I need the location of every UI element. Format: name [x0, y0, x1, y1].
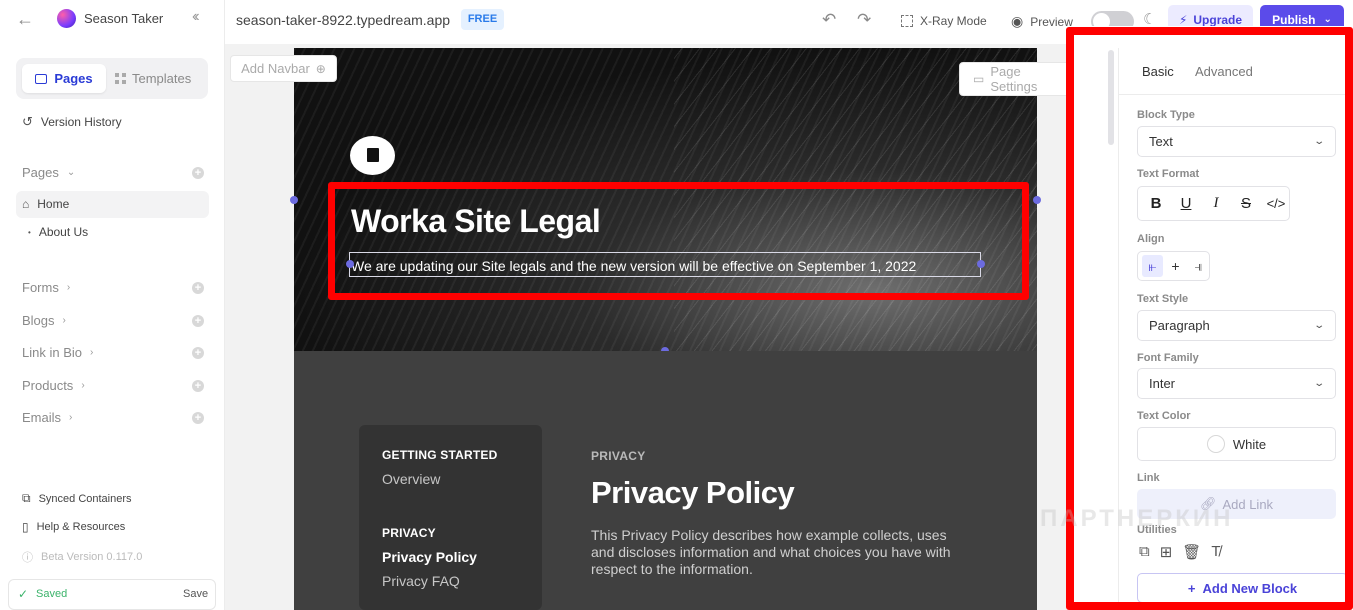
- plus-circle-icon: ⊕: [315, 61, 326, 76]
- pages-icon: [35, 73, 48, 84]
- tab-templates-label: Templates: [132, 71, 192, 86]
- toc-link[interactable]: Privacy FAQ: [382, 573, 460, 589]
- toc-heading: GETTING STARTED: [382, 448, 498, 462]
- site-logo: [57, 9, 76, 28]
- tab-pages-label: Pages: [54, 71, 93, 86]
- add-navbar-button[interactable]: Add Navbar ⊕: [230, 55, 337, 82]
- chevron-down-icon: ⌄: [1323, 14, 1332, 25]
- synced-containers-link[interactable]: ⧉ Synced Containers: [22, 491, 132, 506]
- plan-badge: FREE: [461, 9, 504, 30]
- article-eyebrow: PRIVACY: [591, 449, 646, 463]
- help-resources-link[interactable]: ▯ Help & Resources: [22, 520, 125, 534]
- help-resources-label: Help & Resources: [36, 521, 126, 533]
- add-navbar-label: Add Navbar: [241, 61, 310, 76]
- section-label: Forms: [22, 280, 59, 295]
- save-button[interactable]: Save: [183, 588, 208, 600]
- page-settings-button[interactable]: ▭ Page Settings: [959, 62, 1070, 96]
- upgrade-label: Upgrade: [1193, 12, 1243, 27]
- sidebar-section-blogs[interactable]: Blogs ›: [22, 313, 66, 328]
- section-label: Emails: [22, 410, 62, 425]
- chevron-right-icon: ›: [69, 412, 73, 423]
- sidebar-header: ← Season Taker ‹‹: [0, 0, 225, 38]
- chevron-right-icon: ›: [62, 315, 66, 326]
- section-handle-right[interactable]: [1033, 196, 1041, 204]
- pages-section-label: Pages: [22, 165, 59, 180]
- eye-icon: ◉: [1011, 13, 1024, 29]
- chevron-right-icon: ›: [66, 282, 71, 293]
- sidebar-section-products[interactable]: Products ›: [22, 378, 85, 393]
- add-page-icon[interactable]: +: [192, 167, 204, 179]
- home-icon: ⌂: [22, 197, 30, 211]
- article-body[interactable]: This Privacy Policy describes how exampl…: [591, 527, 951, 578]
- section-label: Products: [22, 378, 74, 393]
- publish-label: Publish: [1272, 12, 1316, 27]
- sidebar-section-link-in-bio[interactable]: Link in Bio ›: [22, 345, 93, 360]
- toc-link[interactable]: Overview: [382, 471, 440, 487]
- content-section[interactable]: GETTING STARTED Overview PRIVACY Privacy…: [294, 351, 1037, 610]
- templates-icon: [115, 73, 126, 84]
- add-product-icon[interactable]: +: [192, 380, 204, 392]
- sidebar-section-forms[interactable]: Forms ›: [22, 280, 70, 295]
- sidebar-item-about-label: About Us: [38, 225, 89, 239]
- editor-canvas: Worka Site Legal We are updating our Sit…: [225, 44, 1070, 610]
- lightning-icon: ⚡: [1178, 12, 1188, 27]
- sidebar: ← Season Taker ‹‹ Pages Templates ↺ Vers…: [0, 0, 225, 610]
- table-of-contents: GETTING STARTED Overview PRIVACY Privacy…: [359, 425, 542, 610]
- sidebar-tab-switcher: Pages Templates: [16, 58, 208, 99]
- chevron-right-icon: ›: [89, 347, 94, 358]
- history-icon: ↺: [22, 114, 33, 129]
- chevron-down-icon: ⌄: [66, 167, 76, 178]
- hero-logo-icon[interactable]: [350, 136, 395, 175]
- toc-link-active[interactable]: Privacy Policy: [382, 549, 477, 565]
- chevron-right-icon: ›: [81, 380, 85, 391]
- site-url[interactable]: season-taker-8922.typedream.app: [236, 12, 450, 28]
- watermark: ПАРТНЕРКИН: [1040, 505, 1234, 532]
- sidebar-section-emails[interactable]: Emails ›: [22, 410, 72, 425]
- add-form-icon[interactable]: +: [192, 282, 204, 294]
- preview-button[interactable]: ◉ Preview: [1011, 13, 1073, 30]
- synced-containers-icon: ⧉: [22, 491, 31, 505]
- page-icon: ▭: [973, 72, 985, 86]
- bullet-icon: •: [28, 227, 31, 237]
- info-icon: ⓘ: [22, 552, 33, 564]
- save-status-bar: ✓ Saved Save: [8, 579, 216, 610]
- section-label: Link in Bio: [22, 345, 82, 360]
- back-arrow-icon[interactable]: ←: [16, 9, 34, 30]
- xray-mode-button[interactable]: X-Ray Mode: [901, 14, 987, 28]
- article-title[interactable]: Privacy Policy: [591, 475, 795, 511]
- version-history-label: Version History: [40, 115, 122, 129]
- beta-version-label: Beta Version 0.117.0: [41, 551, 143, 563]
- preview-label: Preview: [1030, 14, 1073, 29]
- section-label: Blogs: [22, 313, 55, 328]
- pages-section-header[interactable]: Pages ⌄: [22, 165, 75, 180]
- xray-label: X-Ray Mode: [920, 14, 987, 28]
- undo-icon[interactable]: ↶: [822, 10, 836, 30]
- sidebar-item-home-content[interactable]: ⌂ Home: [22, 197, 69, 211]
- sidebar-item-about-us[interactable]: • About Us: [28, 225, 88, 239]
- book-icon: ▯: [22, 520, 29, 534]
- collapse-sidebar-icon[interactable]: ‹‹: [192, 8, 199, 26]
- redo-icon[interactable]: ↷: [857, 10, 871, 30]
- add-link-in-bio-icon[interactable]: +: [192, 347, 204, 359]
- site-name[interactable]: Season Taker: [84, 11, 163, 26]
- beta-version: ⓘ Beta Version 0.117.0: [22, 549, 142, 565]
- add-email-icon[interactable]: +: [192, 412, 204, 424]
- highlight-box-hero-text: [328, 182, 1029, 300]
- section-handle-left[interactable]: [290, 196, 298, 204]
- version-history-link[interactable]: ↺ Version History: [22, 114, 122, 130]
- page-settings-label: Page Settings: [990, 64, 1038, 94]
- toc-heading: PRIVACY: [382, 526, 436, 540]
- tab-templates[interactable]: Templates: [115, 64, 205, 93]
- xray-icon: [901, 15, 913, 27]
- sidebar-item-home-label: Home: [37, 197, 70, 211]
- add-blog-icon[interactable]: +: [192, 315, 204, 327]
- saved-status: Saved: [36, 588, 68, 600]
- tab-pages[interactable]: Pages: [22, 64, 106, 93]
- check-icon: ✓: [18, 587, 29, 601]
- synced-containers-label: Synced Containers: [38, 492, 132, 505]
